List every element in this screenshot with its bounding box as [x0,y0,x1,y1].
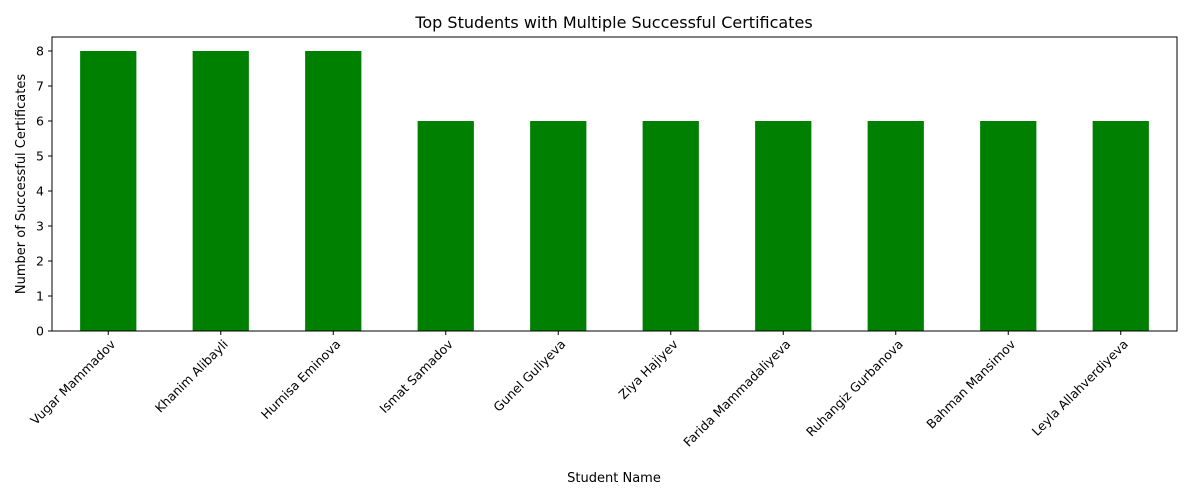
bar-4 [417,121,474,331]
y-tick-label: 6 [36,114,44,129]
x-tick-label: Vugar Mammadov [27,336,118,427]
bar-2 [192,51,249,331]
x-tick-label: Leyla Allahverdiyeva [1029,337,1131,439]
bar-8 [867,121,924,331]
y-axis-label: Number of Successful Certificates [14,74,29,294]
y-tick-label: 0 [36,324,44,339]
y-tick-label: 4 [36,184,44,199]
y-tick-label: 2 [36,254,44,269]
bar-9 [980,121,1037,331]
x-tick-label: Hurnisa Eminova [258,337,344,423]
x-axis-label: Student Name [567,471,661,486]
bars-layer [80,51,1149,331]
x-tick-label: Khanim Alibayli [152,337,231,416]
chart-title: Top Students with Multiple Successful Ce… [414,13,812,32]
y-tick-label: 5 [36,149,44,164]
y-tick-label: 1 [36,289,44,304]
y-tick-label: 8 [36,44,44,59]
x-tick-label: Ismat Samadov [376,336,456,416]
bar-10 [1092,121,1149,331]
y-tick-label: 3 [36,219,44,234]
bar-chart: Top Students with Multiple Successful Ce… [14,13,1178,486]
bar-7 [755,121,812,331]
x-tick-label: Farida Mammadaliyeva [680,337,793,450]
x-tick-label: Ziya Hajiyev [615,336,681,402]
x-tick-label: Gunel Guliyeva [490,337,568,415]
y-tick-label: 7 [36,79,44,94]
bar-3 [305,51,362,331]
x-tick-label: Bahman Mansimov [923,336,1019,432]
bar-1 [80,51,137,331]
bar-6 [642,121,699,331]
chart-container: Top Students with Multiple Successful Ce… [0,0,1200,500]
x-axis: Vugar Mammadov Khanim Alibayli Hurnisa Emi… [27,331,1131,450]
y-axis: 0 1 2 3 4 5 6 7 8 [36,44,52,339]
bar-5 [530,121,587,331]
x-tick-label: Ruhangiz Gurbanova [803,337,906,440]
